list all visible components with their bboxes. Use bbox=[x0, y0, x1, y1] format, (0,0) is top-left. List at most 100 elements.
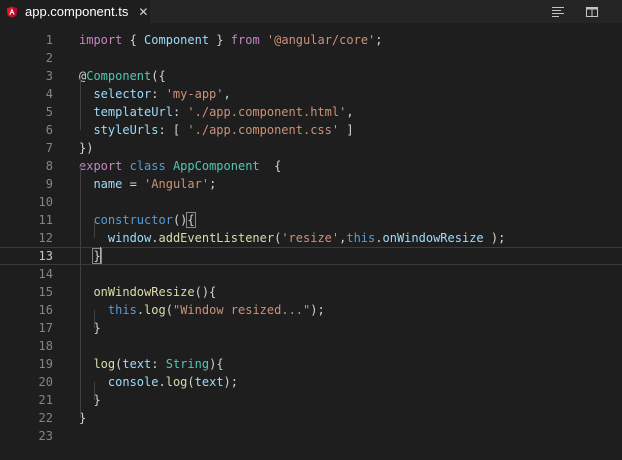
code-token: ( bbox=[187, 375, 195, 389]
line-number: 3 bbox=[45, 69, 53, 83]
line-number: 22 bbox=[38, 411, 53, 425]
code-token: : bbox=[151, 357, 166, 371]
code-line[interactable]: 7}) bbox=[0, 139, 622, 157]
code-token: onWindowResize bbox=[93, 285, 195, 299]
code-token: '@angular/core' bbox=[266, 33, 376, 47]
code-token: (){ bbox=[194, 285, 217, 299]
line-number: 17 bbox=[38, 321, 53, 335]
code-token: () bbox=[172, 213, 188, 227]
code-token: styleUrls bbox=[93, 123, 159, 137]
code-token: : bbox=[172, 105, 188, 119]
toggle-minimap-icon[interactable] bbox=[551, 4, 565, 18]
code-token: ; bbox=[209, 177, 217, 191]
code-text: selector: 'my-app', bbox=[79, 85, 231, 103]
indent-guide bbox=[94, 310, 95, 328]
code-text: constructor(){ bbox=[79, 211, 196, 229]
code-line[interactable]: 2 bbox=[0, 49, 622, 67]
code-token: window bbox=[107, 231, 152, 245]
code-token: ); bbox=[223, 375, 238, 389]
code-line[interactable]: 4 selector: 'my-app', bbox=[0, 85, 622, 103]
code-token: = bbox=[122, 177, 145, 191]
line-number: 10 bbox=[38, 195, 53, 209]
line-number: 21 bbox=[38, 393, 53, 407]
code-token: class bbox=[129, 159, 166, 173]
line-number: 16 bbox=[38, 303, 53, 317]
code-token: addEventListener bbox=[158, 231, 275, 245]
line-number: 15 bbox=[38, 285, 53, 299]
code-line[interactable]: 1 import { Component } from '@angular/cor… bbox=[0, 31, 622, 49]
code-line[interactable]: 6 styleUrls: [ './app.component.css' ] bbox=[0, 121, 622, 139]
code-token: . bbox=[158, 375, 166, 389]
code-token: log bbox=[165, 375, 188, 389]
split-editor-icon[interactable] bbox=[585, 4, 599, 18]
code-line[interactable]: 19 log(text: String){ bbox=[0, 355, 622, 373]
line-number: 6 bbox=[45, 123, 53, 137]
code-text: import { Component } from '@angular/core… bbox=[79, 31, 383, 49]
code-token: log bbox=[93, 357, 116, 371]
code-line[interactable]: 22} bbox=[0, 409, 622, 427]
code-token: 'Angular' bbox=[144, 177, 210, 191]
close-icon[interactable]: ✕ bbox=[137, 5, 149, 19]
code-line[interactable]: 8 export class AppComponent { bbox=[0, 157, 622, 175]
code-token: String bbox=[165, 357, 210, 371]
code-line[interactable]: 15 onWindowResize(){ bbox=[0, 283, 622, 301]
code-token: AppComponent bbox=[172, 159, 260, 173]
code-token: constructor bbox=[93, 213, 173, 227]
code-token: export bbox=[79, 159, 123, 173]
code-line[interactable]: 9 name = 'Angular'; bbox=[0, 175, 622, 193]
code-line[interactable]: 18 bbox=[0, 337, 622, 355]
indent-guide bbox=[80, 166, 81, 418]
code-editor[interactable]: 1 import { Component } from '@angular/cor… bbox=[0, 23, 622, 460]
code-token: ({ bbox=[151, 69, 166, 83]
code-line[interactable]: 13 } bbox=[0, 247, 622, 265]
code-token: : [ bbox=[158, 123, 188, 137]
line-number: 23 bbox=[38, 429, 53, 443]
code-text: name = 'Angular'; bbox=[79, 175, 216, 193]
code-token: templateUrl bbox=[93, 105, 173, 119]
code-token: } bbox=[79, 393, 101, 407]
angular-icon bbox=[6, 6, 18, 18]
code-token: , bbox=[223, 87, 231, 101]
matched-bracket: { bbox=[186, 212, 196, 228]
code-text: log(text: String){ bbox=[79, 355, 224, 373]
indent-guide bbox=[94, 382, 95, 400]
line-number: 12 bbox=[38, 231, 53, 245]
code-token: console bbox=[107, 375, 159, 389]
code-token: './app.component.html' bbox=[187, 105, 347, 119]
code-line[interactable]: 3 @Component({ bbox=[0, 67, 622, 85]
code-token: }) bbox=[79, 141, 94, 155]
code-line[interactable]: 10 bbox=[0, 193, 622, 211]
code-token: } bbox=[209, 33, 231, 47]
code-token: , bbox=[346, 105, 354, 119]
code-token: import bbox=[79, 33, 123, 47]
code-text: export class AppComponent { bbox=[79, 157, 281, 175]
code-token: . bbox=[151, 231, 159, 245]
line-number: 13 bbox=[38, 249, 53, 263]
indent-guide bbox=[80, 76, 81, 130]
tab-label: app.component.ts bbox=[25, 4, 129, 19]
line-number: 8 bbox=[45, 159, 53, 173]
code-token: ){ bbox=[209, 357, 224, 371]
code-text: this.log("Window resized..."); bbox=[79, 301, 325, 319]
line-number: 2 bbox=[45, 51, 53, 65]
code-token: . bbox=[136, 303, 145, 317]
code-token: . bbox=[375, 231, 383, 245]
code-text: templateUrl: './app.component.html', bbox=[79, 103, 354, 121]
indent-guide bbox=[94, 220, 95, 238]
tab-app-component-ts[interactable]: app.component.ts ✕ bbox=[0, 0, 150, 23]
line-number: 18 bbox=[38, 339, 53, 353]
code-token: : bbox=[151, 87, 166, 101]
code-token: ( bbox=[165, 303, 173, 317]
line-number: 5 bbox=[45, 105, 53, 119]
code-line[interactable]: 23 bbox=[0, 427, 622, 445]
code-line[interactable]: 5 templateUrl: './app.component.html', bbox=[0, 103, 622, 121]
code-line[interactable]: 14 bbox=[0, 265, 622, 283]
line-number: 1 bbox=[45, 33, 53, 47]
